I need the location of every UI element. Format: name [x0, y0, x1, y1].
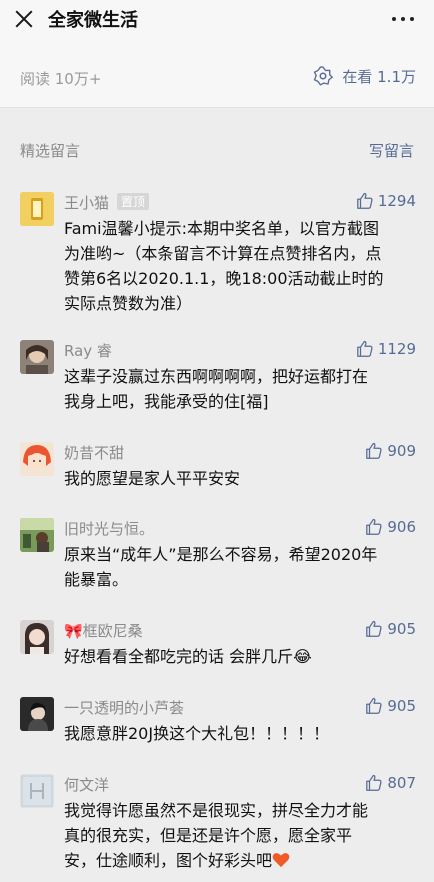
like-count: 906: [387, 518, 416, 536]
commenter-name: 王小猫 置顶: [64, 192, 150, 213]
like-count: 909: [387, 442, 416, 460]
avatar[interactable]: [20, 192, 54, 226]
like-count: 905: [387, 620, 416, 638]
like-button[interactable]: 1129: [356, 340, 416, 358]
avatar[interactable]: [20, 518, 54, 552]
commenter-name: 一只透明的小芦荟: [64, 699, 185, 717]
article-stats: 阅读 10万+ 在看 1.1万: [0, 40, 434, 108]
like-count: 1129: [377, 340, 416, 358]
like-button[interactable]: 906: [365, 518, 416, 536]
comment-text: 我愿意胖20J换这个大礼包！！！！！: [64, 724, 330, 743]
featured-comments-title: 精选留言: [20, 142, 81, 160]
thumbs-up-icon: [366, 442, 382, 459]
thumbs-up-icon: [366, 518, 382, 535]
like-button[interactable]: 909: [365, 442, 416, 460]
like-button[interactable]: 1294: [356, 192, 416, 210]
commenter-name: 旧时光与恒。: [64, 520, 155, 538]
watching-button[interactable]: 在看 1.1万: [312, 65, 416, 87]
thumbs-up-icon: [366, 697, 382, 714]
write-comment-link[interactable]: 写留言: [369, 140, 414, 161]
comment-text: 我的愿望是家人平平安安: [64, 469, 241, 488]
avatar[interactable]: [20, 442, 54, 476]
more-icon[interactable]: [392, 17, 414, 21]
close-icon[interactable]: [13, 8, 35, 30]
thumbs-up-icon: [366, 620, 382, 637]
page-title: 全家微生活: [48, 10, 138, 31]
comment-text: 我觉得许愿虽然不是很现实，拼尽全力才能 真的很充实，但是还是许个愿，愿全家平 安，…: [64, 801, 369, 870]
like-button[interactable]: 905: [365, 620, 416, 638]
comment-text: 原来当“成年人”是那么不容易，希望2020年 能暴富。: [64, 545, 378, 589]
watching-label: 在看 1.1万: [342, 67, 416, 86]
commenter-name: 奶昔不甜: [64, 444, 125, 462]
comments-header: 精选留言 写留言: [0, 134, 434, 164]
like-button[interactable]: 905: [365, 697, 416, 715]
commenter-name: 何文洋: [64, 776, 110, 794]
pinned-badge: 置顶: [117, 193, 150, 210]
heart-icon: [272, 853, 290, 868]
thumbs-up-icon: [356, 192, 373, 209]
comment-text: 这辈子没赢过东西啊啊啊啊，把好运都打在 我身上吧，我能承受的住[福]: [64, 367, 369, 411]
read-count: 阅读 10万+: [20, 70, 102, 88]
comment-text: Fami温馨小提示:本期中奖名单，以官方截图 为准哟~（本条留言不计算在点赞排名内…: [64, 219, 384, 313]
avatar[interactable]: [20, 697, 54, 731]
thumbs-up-icon: [366, 774, 382, 791]
avatar[interactable]: [20, 340, 54, 374]
commenter-name: 🎀框欧尼桑: [64, 622, 143, 640]
top-bar: 全家微生活: [0, 0, 434, 40]
flower-icon: [313, 66, 334, 86]
commenter-name: Ray 睿: [64, 342, 112, 360]
like-count: 1294: [377, 192, 416, 210]
like-count: 905: [387, 697, 416, 715]
avatar[interactable]: [20, 620, 54, 654]
thumbs-up-icon: [356, 340, 373, 357]
like-button[interactable]: 807: [365, 774, 416, 792]
comment-text: 好想看看全都吃完的话 会胖几斤😂: [64, 647, 312, 666]
avatar[interactable]: [20, 774, 54, 808]
like-count: 807: [387, 774, 416, 792]
